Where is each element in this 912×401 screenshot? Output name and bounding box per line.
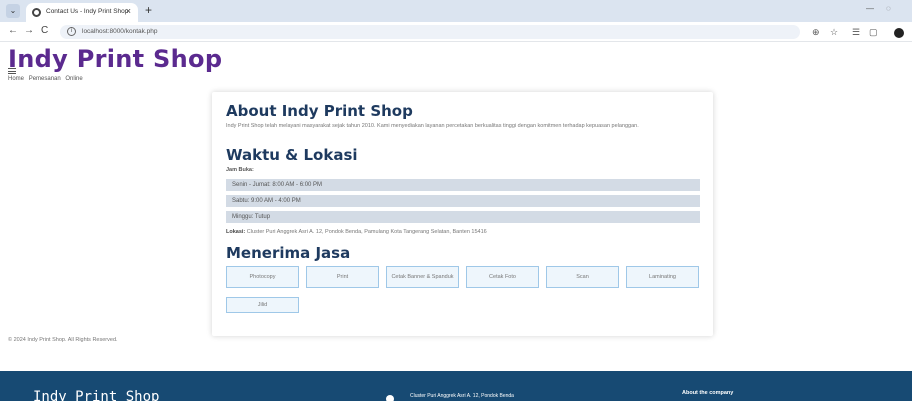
location-text: Lokasi: Cluster Puri Anggrek Asri A. 12,… — [226, 229, 487, 235]
reload-button[interactable]: C — [41, 25, 48, 36]
site-footer: Indy Print Shop Cluster Puri Anggrek Asr… — [0, 371, 912, 401]
copyright-text: © 2024 Indy Print Shop. All Rights Reser… — [8, 337, 118, 343]
service-foto[interactable]: Cetak Foto — [466, 266, 539, 288]
service-photocopy[interactable]: Photocopy — [226, 266, 299, 288]
nav-links: Home Pemesanan Online — [8, 76, 86, 82]
location-address: Cluster Puri Anggrek Asri A. 12, Pondok … — [246, 229, 487, 235]
about-heading: About Indy Print Shop — [226, 102, 413, 120]
service-jilid[interactable]: Jilid — [226, 297, 299, 313]
service-print[interactable]: Print — [306, 266, 379, 288]
new-tab-button[interactable]: + — [145, 3, 152, 17]
about-text: Indy Print Shop telah melayani masyaraka… — [226, 123, 639, 129]
hours-row: Sabtu: 9:00 AM - 4:00 PM — [226, 195, 700, 207]
service-scan[interactable]: Scan — [546, 266, 619, 288]
hours-label: Jam Buka: — [226, 167, 254, 173]
tab-title: Contact Us - Indy Print Shop — [46, 8, 129, 15]
minimize-button[interactable]: — — [866, 4, 874, 13]
hours-heading: Waktu & Lokasi — [226, 146, 358, 164]
split-view-icon[interactable]: ▢ — [869, 27, 878, 38]
services-heading: Menerima Jasa — [226, 244, 351, 262]
location-label: Lokasi: — [226, 229, 246, 235]
close-tab-button[interactable]: × — [126, 6, 131, 16]
profile-avatar[interactable] — [894, 28, 904, 38]
site-title: Indy Print Shop — [8, 45, 223, 73]
restore-button[interactable]: ◌ — [886, 4, 891, 13]
tab-search-button[interactable]: ⌄ — [6, 4, 20, 18]
nav-link-home[interactable]: Home — [8, 76, 24, 82]
site-info-icon[interactable]: i — [67, 27, 76, 36]
address-bar[interactable]: i localhost:8000/kontak.php — [60, 25, 800, 39]
footer-address: Cluster Puri Anggrek Asri A. 12, Pondok … — [410, 393, 514, 399]
zoom-icon[interactable]: ⊕ — [812, 27, 820, 38]
forward-button[interactable]: → — [24, 25, 34, 36]
footer-about-heading: About the company — [682, 390, 734, 396]
reading-list-icon[interactable]: ☰ — [852, 27, 860, 38]
hours-row: Senin - Jumat: 8:00 AM - 6:00 PM — [226, 179, 700, 191]
hours-row: Minggu: Tutup — [226, 211, 700, 223]
service-banner[interactable]: Cetak Banner & Spanduk — [386, 266, 459, 288]
location-pin-icon — [386, 395, 394, 401]
back-button[interactable]: ← — [8, 25, 18, 36]
bookmark-star-icon[interactable]: ☆ — [830, 27, 838, 38]
content-card: About Indy Print Shop Indy Print Shop te… — [212, 92, 713, 336]
browser-toolbar: ← → C i localhost:8000/kontak.php ⊕ ☆ ☰ … — [0, 22, 912, 42]
footer-title: Indy Print Shop — [33, 389, 160, 401]
browser-tab[interactable]: Contact Us - Indy Print Shop × — [26, 3, 138, 22]
browser-tab-strip: ⌄ Contact Us - Indy Print Shop × + — ◌ — [0, 0, 912, 22]
nav-link-online[interactable]: Online — [65, 76, 82, 82]
url-text[interactable]: localhost:8000/kontak.php — [82, 28, 158, 35]
service-laminating[interactable]: Laminating — [626, 266, 699, 288]
globe-icon — [32, 8, 41, 17]
hamburger-menu-icon[interactable] — [8, 68, 16, 74]
nav-link-pemesanan[interactable]: Pemesanan — [29, 76, 61, 82]
